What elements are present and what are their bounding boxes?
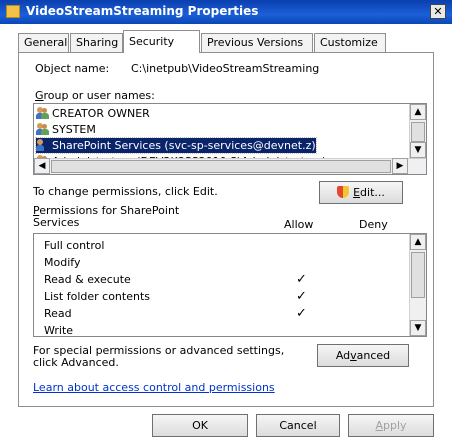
advanced-button[interactable]: Advanced [317, 344, 409, 367]
scroll-down-icon[interactable]: ▼ [410, 320, 426, 336]
allow-check-icon: ✓ [296, 306, 307, 321]
scroll-thumb[interactable] [411, 252, 425, 298]
window-title: VideoStreamStreaming Properties [26, 4, 259, 18]
permission-row: Read & execute [44, 273, 131, 286]
tab-general[interactable]: General [18, 33, 69, 52]
permissions-vertical-scrollbar[interactable]: ▲ ▼ [409, 234, 426, 336]
permission-row: Read [44, 307, 72, 320]
title-bar[interactable]: VideoStreamStreaming Properties ✕ [0, 0, 452, 24]
special-permissions-text: For special permissions or advanced sett… [33, 344, 285, 369]
scroll-down-icon[interactable]: ▼ [410, 142, 426, 158]
change-permissions-hint: To change permissions, click Edit. [33, 185, 218, 198]
scroll-thumb[interactable] [411, 122, 425, 142]
object-name-label: Object name: [35, 62, 110, 75]
groups-listbox[interactable]: CREATOR OWNER SYSTEM SharePoint Services… [33, 103, 427, 175]
close-button[interactable]: ✕ [430, 4, 446, 19]
scroll-left-icon[interactable]: ◀ [34, 158, 50, 174]
edit-button[interactable]: Edit... [319, 181, 403, 204]
user-icon [36, 139, 49, 151]
groups-vertical-scrollbar[interactable]: ▲ ▼ [409, 104, 426, 158]
permissions-label: Permissions for SharePoint Services [33, 204, 180, 229]
scroll-up-icon[interactable]: ▲ [410, 104, 426, 120]
permission-row: Write [44, 324, 74, 337]
tab-security[interactable]: Security [123, 30, 200, 53]
shield-icon [337, 186, 350, 198]
apply-button[interactable]: Apply [348, 414, 434, 437]
tab-sharing[interactable]: Sharing [70, 33, 123, 52]
list-item-selected[interactable]: SharePoint Services (svc-sp-services@dev… [35, 137, 317, 154]
permission-row: Modify [44, 256, 81, 269]
allow-check-icon: ✓ [296, 289, 307, 304]
cancel-button[interactable]: Cancel [256, 414, 340, 437]
scroll-thumb[interactable] [51, 160, 391, 173]
group-icon [36, 123, 49, 135]
folder-icon [6, 5, 20, 18]
deny-column-header: Deny [359, 218, 388, 231]
allow-check-icon: ✓ [296, 272, 307, 287]
security-panel: Object name: C:\inetpub\VideoStreamStrea… [18, 52, 434, 407]
permission-row: Full control [44, 239, 105, 252]
group-icon [36, 107, 49, 119]
list-item[interactable]: SYSTEM [36, 122, 96, 137]
permissions-listbox[interactable]: Full control Modify Read & execute List … [33, 233, 427, 337]
groups-label: Group or user names: [35, 89, 155, 102]
ok-button[interactable]: OK [152, 414, 248, 437]
object-name-value: C:\inetpub\VideoStreamStreaming [131, 62, 320, 75]
tab-customize[interactable]: Customize [314, 33, 386, 52]
permission-row: List folder contents [44, 290, 150, 303]
groups-horizontal-scrollbar[interactable]: ◀ ▶ [34, 158, 426, 174]
allow-column-header: Allow [284, 218, 314, 231]
scroll-up-icon[interactable]: ▲ [410, 234, 426, 250]
scroll-right-icon[interactable]: ▶ [392, 158, 408, 174]
tab-previous-versions[interactable]: Previous Versions [201, 33, 313, 52]
learn-more-link[interactable]: Learn about access control and permissio… [33, 381, 275, 394]
list-item[interactable]: CREATOR OWNER [36, 106, 150, 121]
